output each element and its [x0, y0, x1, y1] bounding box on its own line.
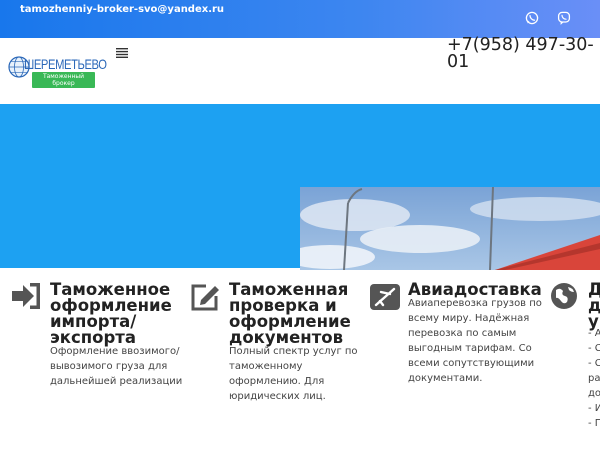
- logo-title: ШЕРЕМЕТЬЕВО: [24, 56, 107, 72]
- globe-icon: [549, 281, 583, 315]
- feature-3-text-line: всеми сопутствующими: [408, 358, 535, 369]
- feature-4-text-line: - П: [588, 418, 600, 429]
- feature-4-text-line: до: [588, 388, 600, 399]
- feature-4-title: Д д у: [588, 281, 600, 330]
- phone-number[interactable]: +7(958) 497-30-01: [447, 36, 600, 71]
- feature-1-text-line: Оформление ввозимого/: [50, 346, 180, 357]
- logo-badge: Таможенный брокер: [32, 72, 95, 88]
- logo-badge-line-2: брокер: [52, 80, 75, 87]
- feature-2-text-line: юридических лиц.: [229, 391, 326, 402]
- feature-1-text-line: дальнейшей реализации: [50, 376, 183, 387]
- feature-1-text-line: вывозимого груза для: [50, 361, 168, 372]
- plane-icon: [368, 280, 402, 314]
- feature-3-text-line: выгодным тарифам. Со: [408, 343, 532, 354]
- feature-2-text-line: таможенному: [229, 361, 303, 372]
- feature-3-text-line: документами.: [408, 373, 483, 384]
- feature-4-text: - А - С - С ра до - И - П: [588, 326, 600, 431]
- feature-4-text-line: - С: [588, 358, 600, 369]
- feature-3-text-line: Авиаперевозка грузов по: [408, 298, 542, 309]
- logo-badge-line-1: Таможенный: [42, 73, 85, 80]
- feature-2-title: Таможенная проверка и оформление докумен…: [229, 281, 351, 346]
- feature-4-text-line: - А: [588, 328, 600, 339]
- sign-in-icon: [10, 280, 44, 314]
- feature-2-text: Полный спектр услуг по таможенному оформ…: [229, 344, 358, 404]
- feature-1-text: Оформление ввозимого/ вывозимого груза д…: [50, 344, 182, 389]
- feature-3-text-line: всему миру. Надёжная: [408, 313, 530, 324]
- hero-photo: [300, 187, 600, 270]
- feature-4-text-line: ра: [588, 373, 600, 384]
- feature-2-text-line: Полный спектр услуг по: [229, 346, 358, 357]
- feature-3-text: Авиаперевозка грузов по всему миру. Надё…: [408, 296, 542, 386]
- whatsapp-icon[interactable]: [525, 10, 539, 25]
- feature-4-text-line: - С: [588, 343, 600, 354]
- edit-icon: [188, 280, 222, 314]
- feature-2-text-line: оформлению. Для: [229, 376, 325, 387]
- feature-3-text-line: перевозка по самым: [408, 328, 517, 339]
- menu-icon[interactable]: [116, 43, 128, 58]
- feature-1-title: Таможенное оформление импорта/ экспорта: [50, 281, 172, 346]
- feature-4-text-line: - И: [588, 403, 600, 414]
- email-link[interactable]: tamozhenniy-broker-svo@yandex.ru: [20, 4, 224, 15]
- viber-icon[interactable]: [557, 10, 571, 25]
